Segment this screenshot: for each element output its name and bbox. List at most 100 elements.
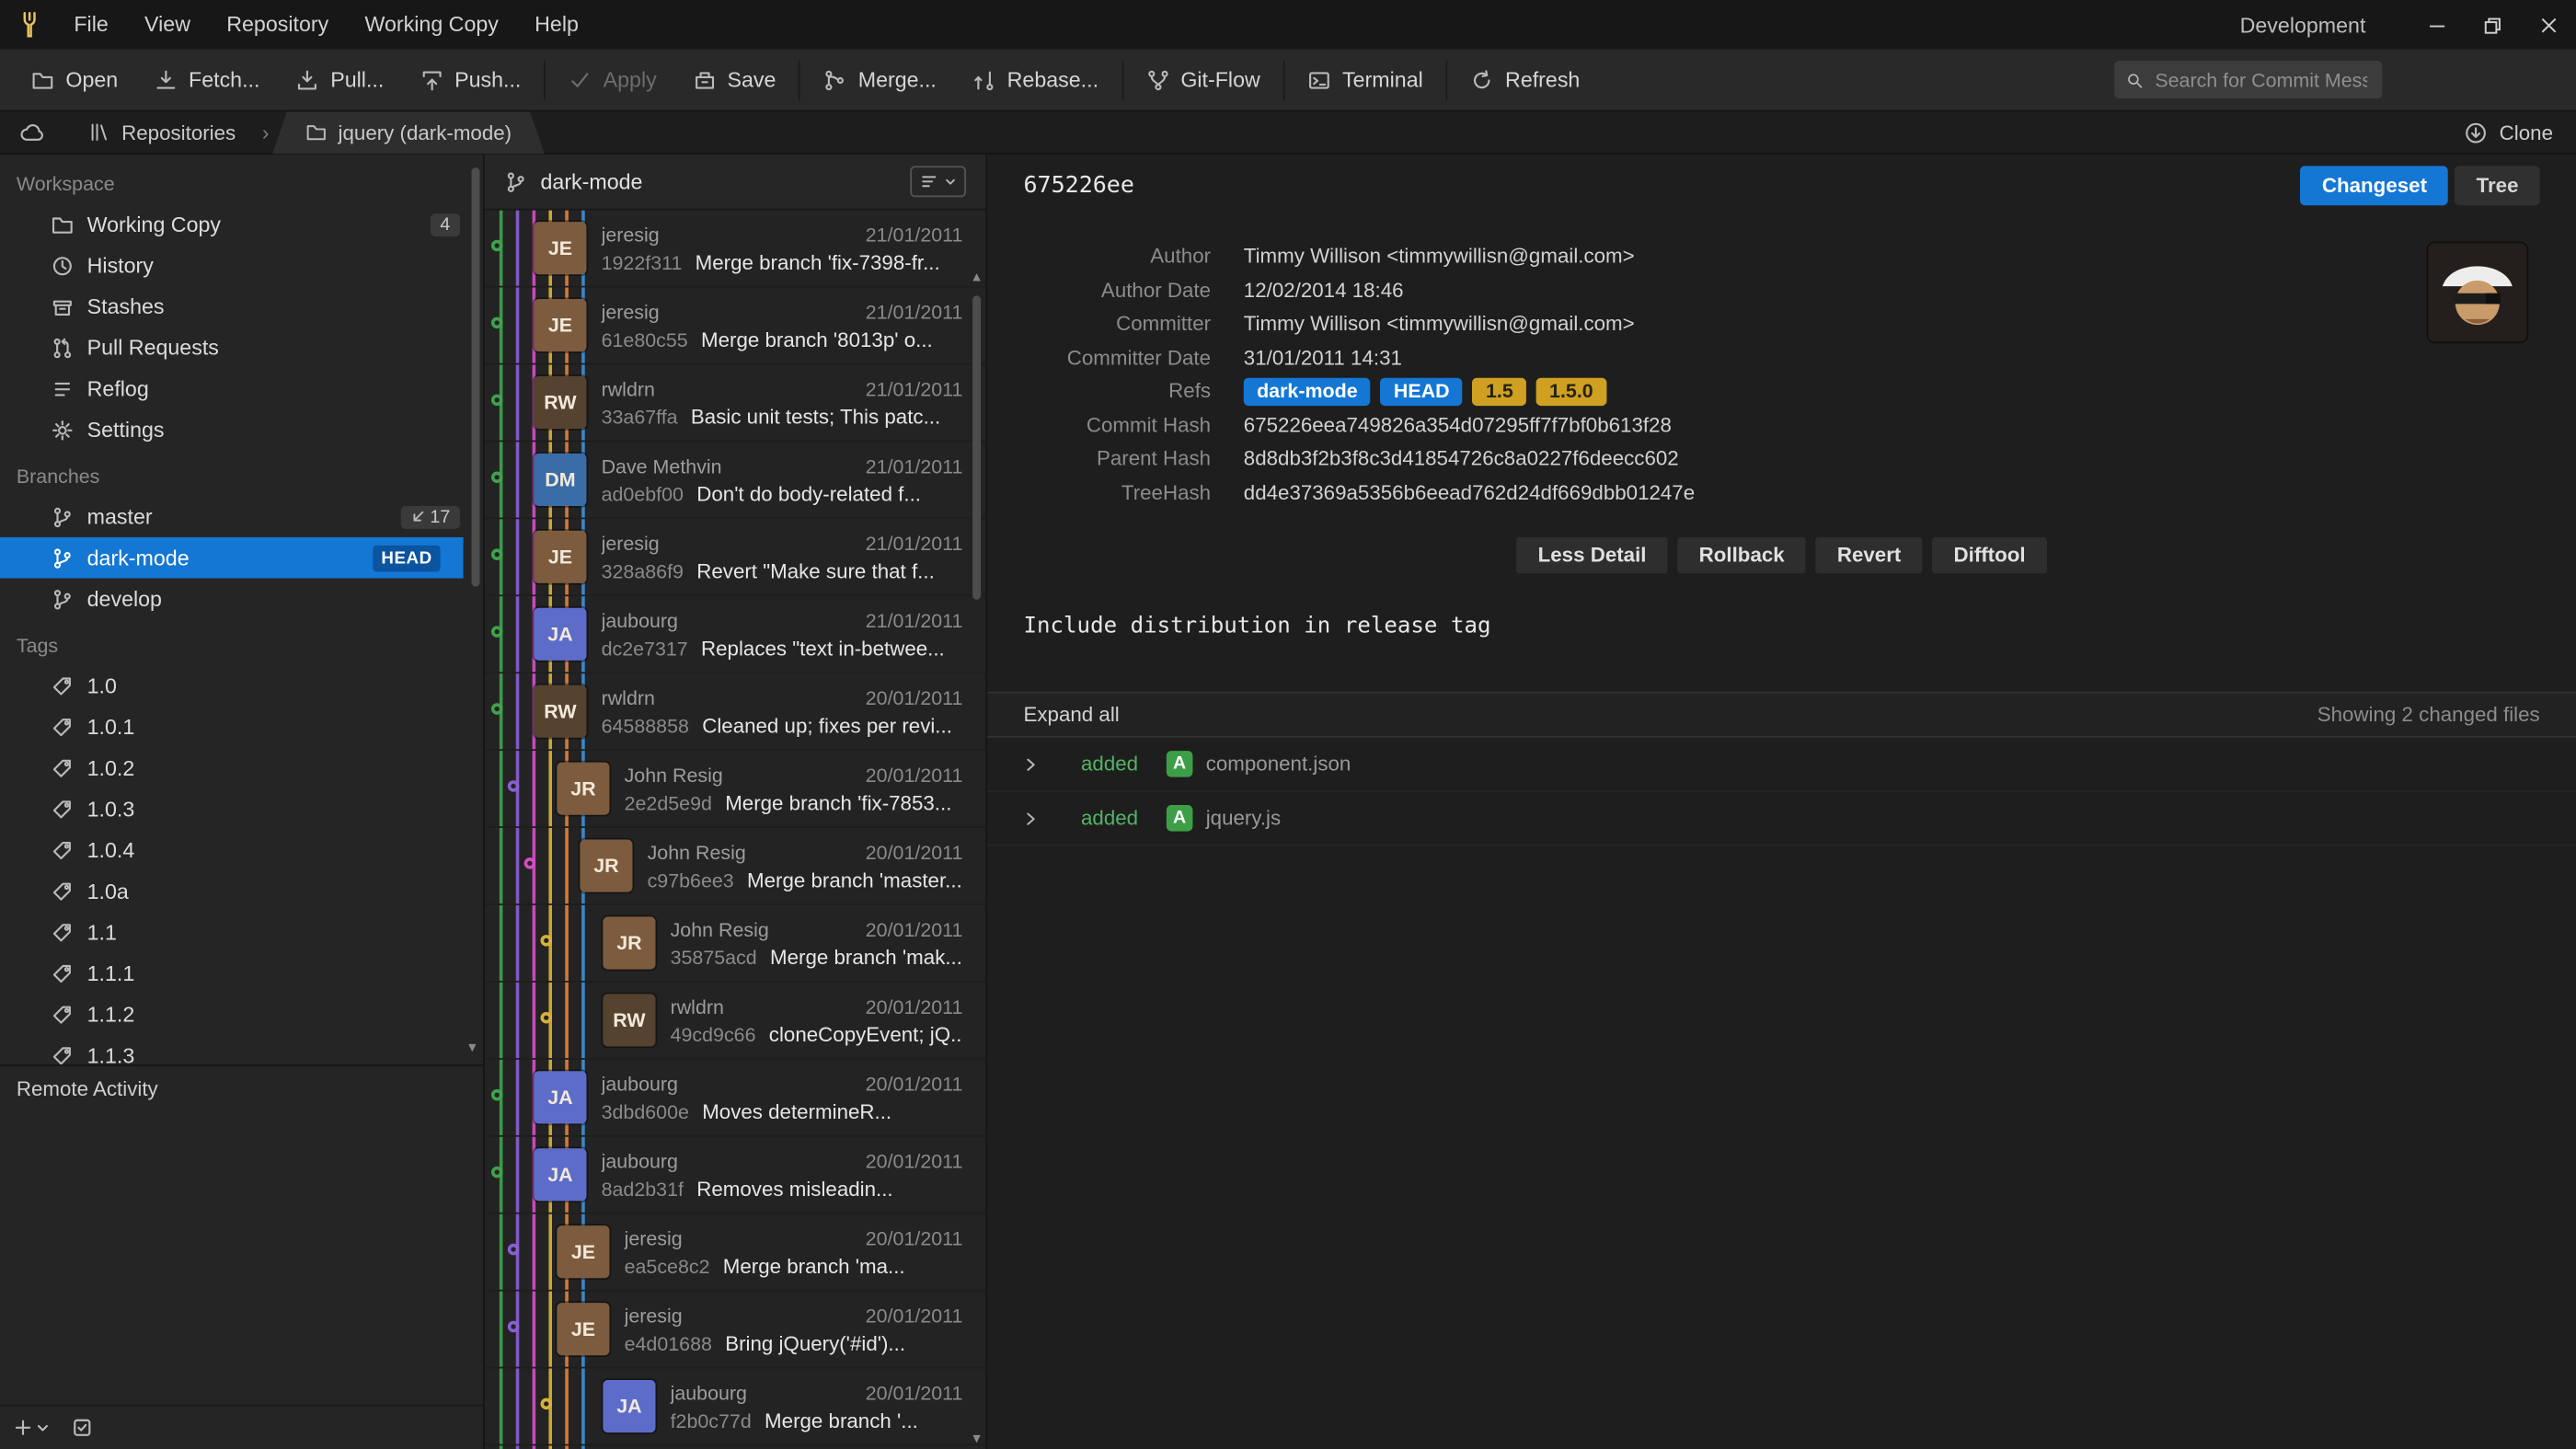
save-stash-button[interactable]: Save xyxy=(674,49,794,111)
scroll-down-arrow[interactable]: ▼ xyxy=(970,1431,984,1445)
tag-item[interactable]: 1.0.2 xyxy=(0,747,483,788)
chevron-right-icon[interactable] xyxy=(1023,811,1038,825)
ref-badge[interactable]: 1.5 xyxy=(1473,377,1526,405)
clone-button[interactable]: Clone xyxy=(2465,121,2553,144)
expand-all-link[interactable]: Expand all xyxy=(1023,703,1119,726)
tag-item[interactable]: 1.0 xyxy=(0,665,483,707)
tag-item[interactable]: 1.0.1 xyxy=(0,707,483,748)
sidebar-scroll-down-arrow[interactable]: ▼ xyxy=(465,1040,479,1054)
restore-button[interactable] xyxy=(2465,0,2521,50)
close-button[interactable] xyxy=(2520,0,2576,50)
commit-row[interactable]: JE jeresig 20/01/2011 e4d01688 Bring jQu… xyxy=(485,1292,986,1369)
menu-item[interactable]: Help xyxy=(517,0,597,50)
commit-detail-panel: 675226ee Changeset Tree AuthorTimmy Will… xyxy=(987,155,2576,1449)
commit-author: rwldrn xyxy=(602,686,655,709)
tab-repositories[interactable]: Repositories xyxy=(65,111,259,154)
tag-item[interactable]: 1.0.3 xyxy=(0,788,483,830)
add-repository-button[interactable] xyxy=(13,1418,49,1437)
sidebar-item-history[interactable]: History xyxy=(0,245,483,286)
tag-item[interactable]: 1.1.2 xyxy=(0,994,483,1035)
parent-hash-value[interactable]: 8d8db3f2b3f8c3d41854726c8a0227f6deecc602 xyxy=(1244,447,1679,470)
commit-texts: jeresig 20/01/2011 e4d01688 Bring jQuery… xyxy=(625,1304,963,1354)
sidebar-scrollbar-thumb[interactable] xyxy=(471,167,479,586)
branch-item-master[interactable]: master 17 xyxy=(0,496,483,537)
detail-action-button[interactable]: Difftool xyxy=(1932,537,2047,573)
commit-row[interactable]: DM Dave Methvin 21/01/2011 ad0ebf00 Don'… xyxy=(485,442,986,519)
tree-tab[interactable]: Tree xyxy=(2455,166,2539,205)
tag-item[interactable]: 1.0a xyxy=(0,870,483,912)
file-row[interactable]: added A jquery.js xyxy=(987,792,2576,846)
tab-active-repository[interactable]: jquery (dark-mode) xyxy=(272,111,545,154)
commit-row[interactable]: JE jeresig 21/01/2011 328a86f9 Revert "M… xyxy=(485,519,986,596)
scroll-up-arrow[interactable]: ▲ xyxy=(970,270,984,284)
search-input[interactable] xyxy=(2152,66,2371,93)
list-options-button[interactable] xyxy=(910,166,966,197)
terminal-button[interactable]: Terminal xyxy=(1290,49,1442,111)
refresh-button[interactable]: Refresh xyxy=(1453,49,1598,111)
commit-list-panel: dark-mode JE xyxy=(485,155,987,1449)
commit-row[interactable]: JR John Resig 20/01/2011 35875acd Merge … xyxy=(485,905,986,983)
fetch-button[interactable]: Fetch... xyxy=(136,49,278,111)
commit-list-scrollbar[interactable]: ▲ ▼ xyxy=(970,270,984,1446)
commit-scrollbar-thumb[interactable] xyxy=(972,295,981,599)
commit-row[interactable]: JE jeresig 21/01/2011 61e80c55 Merge bra… xyxy=(485,287,986,364)
sidebar-scrollbar[interactable]: ▼ xyxy=(471,167,479,1052)
commit-row[interactable]: JR John Resig 20/01/2011 c97b6ee3 Merge … xyxy=(485,828,986,905)
sidebar-item-settings[interactable]: Settings xyxy=(0,409,483,451)
sidebar-item-stashes[interactable]: Stashes xyxy=(0,286,483,328)
branch-item-develop[interactable]: develop xyxy=(0,579,483,620)
tree-hash-value: dd4e37369a5356b6eead762d24df669dbb01247e xyxy=(1244,481,1695,504)
toolbar-separator xyxy=(544,60,546,99)
commit-row[interactable]: RW rwldrn 20/01/2011 64588858 Cleaned up… xyxy=(485,673,986,751)
tag-item[interactable]: 1.0.4 xyxy=(0,830,483,871)
menu-item[interactable]: Working Copy xyxy=(347,0,517,50)
commit-texts: jaubourg 21/01/2011 dc2e7317 Replaces "t… xyxy=(602,609,963,660)
tag-icon xyxy=(50,716,75,739)
committer-avatar xyxy=(2428,243,2526,341)
minimize-button[interactable] xyxy=(2409,0,2465,50)
commit-row[interactable]: JA jaubourg 20/01/2011 f2b0c77d Merge br… xyxy=(485,1368,986,1445)
commit-row[interactable]: JE jeresig 21/01/2011 1922f311 Merge bra… xyxy=(485,211,986,288)
commit-date: 20/01/2011 xyxy=(866,917,963,940)
author-avatar: RW xyxy=(603,994,655,1046)
menu-item[interactable]: View xyxy=(126,0,208,50)
detail-action-button[interactable]: Rollback xyxy=(1677,537,1805,573)
ref-badge[interactable]: HEAD xyxy=(1381,377,1463,405)
tag-item[interactable]: 1.1.3 xyxy=(0,1035,483,1064)
menu-item[interactable]: File xyxy=(56,0,127,50)
working-copy-count-badge: 4 xyxy=(431,213,460,236)
filter-lines-icon xyxy=(920,172,938,190)
remote-status-button[interactable] xyxy=(0,111,65,154)
sidebar-item-reflog[interactable]: Reflog xyxy=(0,368,483,409)
commit-row[interactable]: JA jaubourg 21/01/2011 dc2e7317 Replaces… xyxy=(485,596,986,673)
menu-item[interactable]: Repository xyxy=(209,0,347,50)
branch-item-dark-mode[interactable]: dark-mode HEAD xyxy=(0,537,464,579)
open-button[interactable]: Open xyxy=(13,49,136,111)
commit-row[interactable]: JR John Resig 20/01/2011 2e2d5e9d Merge … xyxy=(485,751,986,828)
commit-row[interactable]: JE jeresig 20/01/2011 ea5ce8c2 Merge bra… xyxy=(485,1214,986,1292)
sidebar-item-pull-requests[interactable]: Pull Requests xyxy=(0,327,483,368)
commit-row[interactable]: RW rwldrn 20/01/2011 49cd9c66 cloneCopyE… xyxy=(485,983,986,1060)
git-flow-button[interactable]: Git-Flow xyxy=(1128,49,1278,111)
toolbar-separator xyxy=(1121,60,1123,99)
ref-badge[interactable]: 1.5.0 xyxy=(1536,377,1606,405)
detail-action-button[interactable]: Less Detail xyxy=(1516,537,1667,573)
changeset-tab[interactable]: Changeset xyxy=(2301,166,2449,205)
author-avatar: JR xyxy=(603,916,655,969)
rebase-button[interactable]: Rebase... xyxy=(955,49,1117,111)
detail-action-button[interactable]: Revert xyxy=(1816,537,1923,573)
pull-button[interactable]: Pull... xyxy=(278,49,402,111)
chevron-right-icon[interactable] xyxy=(1023,756,1038,771)
tags-list: 1.0 1.0.1 1.0.2 xyxy=(0,665,483,1064)
push-button[interactable]: Push... xyxy=(402,49,539,111)
commit-row[interactable]: JA jaubourg 20/01/2011 8ad2b31f Removes … xyxy=(485,1137,986,1214)
tag-item[interactable]: 1.1 xyxy=(0,912,483,953)
checkbox-toggle-button[interactable] xyxy=(73,1418,92,1437)
merge-button[interactable]: Merge... xyxy=(806,49,955,111)
tag-item[interactable]: 1.1.1 xyxy=(0,953,483,995)
commit-row[interactable]: RW rwldrn 21/01/2011 33a67ffa Basic unit… xyxy=(485,364,986,442)
commit-row[interactable]: JA jaubourg 20/01/2011 3dbd600e Moves de… xyxy=(485,1060,986,1137)
ref-badge[interactable]: dark-mode xyxy=(1244,377,1371,405)
file-row[interactable]: added A component.json xyxy=(987,738,2576,792)
sidebar-item-working-copy[interactable]: Working Copy 4 xyxy=(0,203,483,245)
